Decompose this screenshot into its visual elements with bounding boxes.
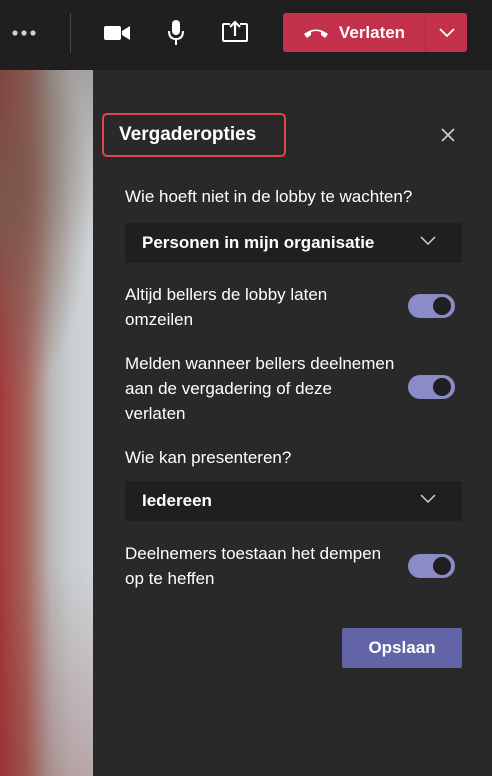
toolbar-divider [70, 13, 71, 53]
call-toolbar: Verlaten [0, 0, 492, 70]
share-screen-button[interactable] [213, 14, 257, 52]
bypass-lobby-toggle[interactable] [408, 294, 455, 318]
share-screen-icon [222, 20, 248, 42]
allow-unmute-toggle[interactable] [408, 554, 455, 578]
leave-button-group: Verlaten [283, 13, 467, 52]
allow-unmute-label: Deelnemers toestaan het dempen op te hef… [125, 544, 382, 588]
more-dots-icon [12, 30, 36, 36]
announce-callers-label: Melden wanneer bellers deelnemen aan de … [125, 354, 395, 423]
more-options-button[interactable] [2, 14, 46, 52]
bypass-lobby-label: Altijd bellers de lobby laten omzeilen [125, 285, 328, 329]
chevron-down-icon [420, 494, 436, 504]
leave-button[interactable]: Verlaten [283, 13, 425, 52]
toggle-knob [433, 557, 451, 575]
panel-title-highlight: Vergaderopties [102, 113, 286, 157]
toggle-knob [433, 297, 451, 315]
microphone-toggle-button[interactable] [154, 14, 198, 52]
panel-title: Vergaderopties [119, 124, 257, 145]
video-camera-icon [104, 26, 130, 40]
meeting-options-panel: Vergaderopties Wie hoeft niet in de lobb… [93, 70, 492, 776]
presenter-question-label: Wie kan presenteren? [125, 448, 292, 467]
hang-up-phone-icon [303, 29, 328, 38]
presenter-select[interactable]: Iedereen [125, 481, 462, 521]
lobby-bypass-select-value: Personen in mijn organisatie [142, 233, 375, 252]
announce-callers-toggle[interactable] [408, 375, 455, 399]
participant-video-background [0, 70, 93, 776]
leave-button-label: Verlaten [338, 22, 406, 42]
toggle-knob [433, 378, 451, 396]
chevron-down-icon [438, 27, 455, 37]
lobby-question-label: Wie hoeft niet in de lobby te wachten? [125, 187, 413, 206]
lobby-bypass-select[interactable]: Personen in mijn organisatie [125, 223, 462, 263]
camera-toggle-button[interactable] [95, 14, 139, 52]
close-panel-button[interactable] [436, 123, 460, 147]
chevron-down-icon [420, 236, 436, 246]
close-icon [441, 128, 455, 142]
save-button[interactable]: Opslaan [342, 628, 462, 668]
leave-options-button[interactable] [426, 13, 467, 52]
presenter-select-value: Iedereen [142, 491, 212, 510]
microphone-icon [168, 20, 184, 45]
